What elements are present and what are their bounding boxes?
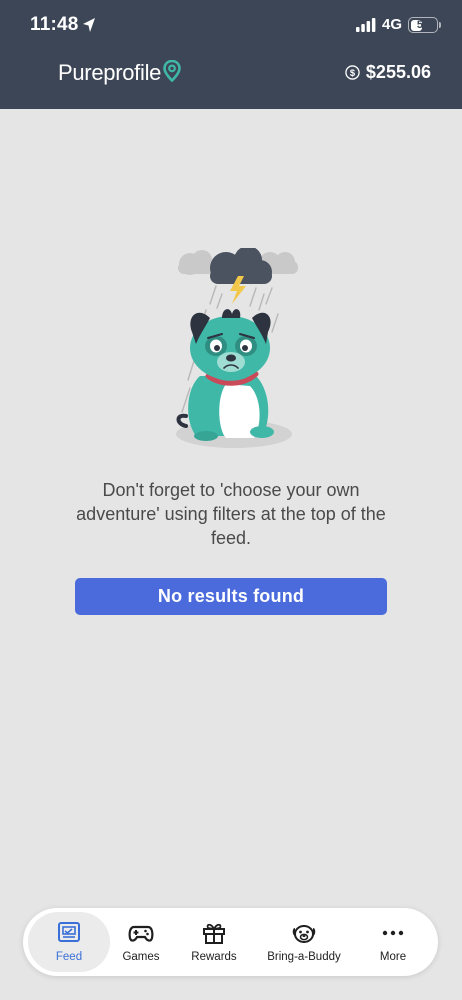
cellular-signal-icon (356, 18, 376, 32)
battery-icon: 51 (408, 17, 438, 33)
more-dots-icon (382, 930, 404, 936)
feed-icon (58, 922, 80, 942)
battery-cap (439, 22, 441, 28)
nav-label-rewards: Rewards (191, 951, 237, 963)
nav-tab-feed[interactable]: Feed (28, 912, 110, 972)
empty-feed-message: Don't forget to 'choose your own adventu… (76, 480, 386, 548)
nav-tab-rewards[interactable]: Rewards (181, 912, 247, 972)
app-screen: 11:48 4G 51 Pureprofile $ $255.06 Don't … (0, 0, 462, 1000)
svg-text:$: $ (350, 68, 356, 78)
logo-text: Pureprofile (58, 60, 162, 85)
bottom-navigation: Feed Games Rewards Bring-a-Buddy More (23, 908, 438, 976)
gamepad-icon (128, 925, 154, 942)
nav-tab-games[interactable]: Games (113, 912, 169, 972)
gift-icon (203, 923, 225, 944)
status-time: 11:48 (30, 14, 79, 35)
balance-amount: $255.06 (365, 62, 431, 82)
nav-tab-bring-a-buddy[interactable]: Bring-a-Buddy (257, 912, 351, 972)
dog-face-icon (292, 925, 316, 943)
location-arrow-icon (83, 18, 95, 32)
sad-dog-rain-cloud-illustration (176, 248, 298, 448)
dollar-coin-icon: $ (345, 65, 360, 80)
no-results-button[interactable]: No results found (75, 578, 387, 615)
nav-label-bring-a-buddy: Bring-a-Buddy (267, 951, 341, 963)
pureprofile-logo: Pureprofile (58, 60, 181, 86)
nav-tab-more[interactable]: More (367, 912, 419, 972)
points-balance[interactable]: $ $255.06 (345, 62, 431, 83)
nav-label-games: Games (122, 951, 160, 963)
nav-label-more: More (379, 951, 407, 963)
app-header: 11:48 4G 51 Pureprofile $ $255.06 (0, 0, 462, 109)
map-pin-icon (163, 60, 181, 82)
battery-percentage: 51 (416, 19, 430, 31)
network-type: 4G (382, 16, 403, 33)
status-bar: 11:48 4G 51 (0, 0, 462, 50)
nav-label-feed: Feed (55, 951, 83, 963)
